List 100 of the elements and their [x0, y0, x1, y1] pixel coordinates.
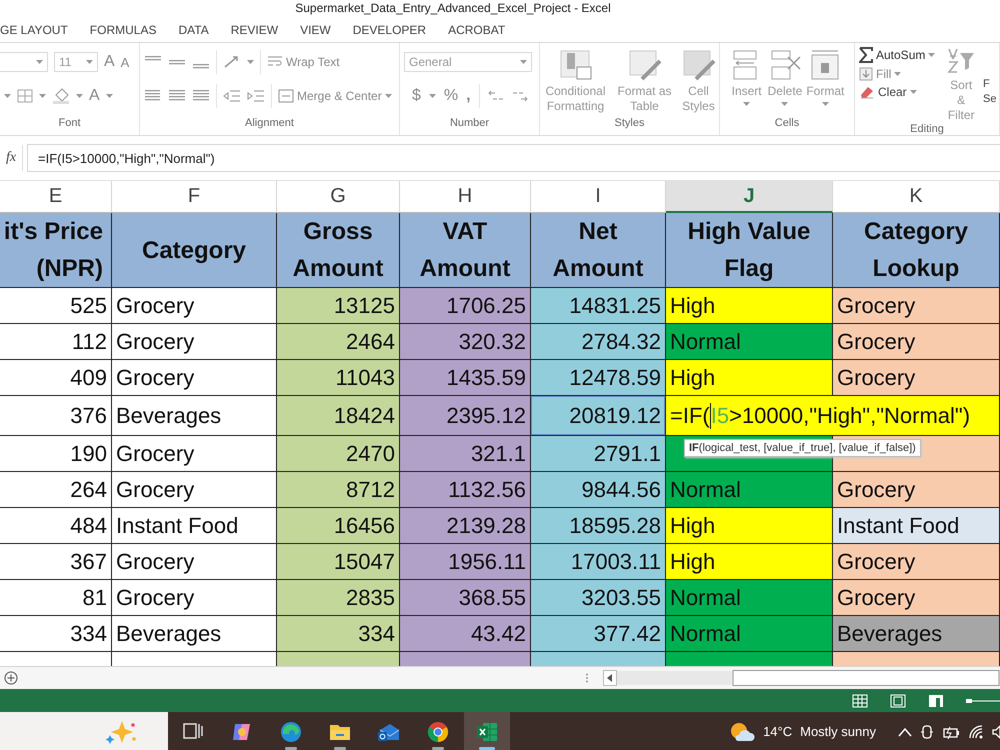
caret-icon[interactable] [894, 72, 902, 76]
weather-icon[interactable] [729, 720, 756, 742]
cell-formula-editor[interactable]: =IF(I5>10000,"High","Normal") [666, 396, 1000, 436]
caret-icon[interactable] [4, 94, 11, 98]
header-cell: Gross Amount [277, 213, 400, 288]
header-cell: Category Lookup [833, 213, 1000, 288]
table-cell: 3203.55 [531, 580, 666, 616]
page-break-icon[interactable] [928, 694, 944, 708]
table-cell: 17003.11 [531, 544, 666, 580]
caret-icon[interactable] [384, 94, 392, 98]
insert-function-button[interactable]: fx [0, 145, 23, 171]
table-cell: 190 [0, 436, 112, 472]
table-cell: 264 [0, 472, 112, 508]
table-cell: 2784.32 [531, 324, 666, 360]
fill-bucket-icon[interactable] [52, 88, 70, 104]
sparkle-icon[interactable] [104, 718, 138, 744]
table-cell: 2470 [277, 436, 400, 472]
autosum-button[interactable]: AutoSum [859, 47, 936, 63]
table-cell: Normal [666, 472, 833, 508]
caret-icon[interactable] [247, 60, 254, 64]
fill-down-icon [859, 67, 873, 81]
group-label: Font [57, 117, 82, 131]
splitter-handle-icon[interactable] [585, 673, 589, 683]
align-center-icon[interactable] [168, 89, 186, 103]
caret-icon[interactable] [822, 102, 829, 106]
table-cell: 18595.28 [531, 508, 666, 544]
table-cell: 15047 [277, 544, 400, 580]
add-sheet-icon[interactable] [4, 671, 18, 685]
ribbon-tab[interactable]: FORMULAS [90, 19, 156, 41]
temperature: 14°C [763, 724, 792, 739]
clear-button[interactable]: Clear [859, 85, 936, 99]
wifi-icon[interactable] [968, 724, 984, 738]
table-cell: 376 [0, 396, 112, 436]
header-cell: it's Price (NPR) [0, 213, 112, 288]
ribbon-tab[interactable]: DEVELOPER [352, 19, 426, 41]
table-cell: Instant Food [833, 508, 1000, 544]
table-cell: 484 [0, 508, 112, 544]
caret-icon[interactable] [36, 60, 43, 64]
align-right-icon[interactable] [192, 89, 210, 103]
table-cell: Grocery [833, 472, 1000, 508]
caret-icon[interactable] [39, 94, 46, 98]
orientation-icon[interactable] [223, 55, 241, 69]
taskbar-button[interactable] [464, 712, 510, 750]
table-cell: 334 [277, 616, 400, 652]
conditional-format-icon [558, 49, 592, 81]
ribbon-tab[interactable]: REVIEW [230, 19, 278, 41]
table-cell: 8712 [277, 472, 400, 508]
table-cell: Grocery [833, 544, 1000, 580]
table-cell: 2791.1 [531, 436, 666, 472]
caret-icon[interactable] [86, 60, 93, 64]
chevron-up-icon[interactable] [898, 726, 912, 736]
align-left-icon[interactable] [144, 89, 162, 103]
headset-icon[interactable] [920, 724, 934, 740]
table-cell: High [666, 508, 833, 544]
horizontal-scrollbar[interactable] [617, 670, 1000, 686]
table-cell: High [666, 544, 833, 580]
table-cell: 377.42 [531, 616, 666, 652]
browser-circle-icon [426, 720, 450, 744]
table-cell: 11043 [277, 360, 400, 396]
ribbon-tab[interactable]: DATA [178, 19, 209, 41]
find-select-button[interactable]: F Se [983, 47, 995, 123]
borders-icon[interactable] [17, 89, 33, 103]
table-cell: 18424 [277, 396, 400, 436]
formula-field[interactable]: =IF(I5>10000,"High","Normal") [27, 144, 1000, 172]
caret-icon[interactable] [76, 94, 83, 98]
table-cell: 334 [0, 616, 112, 652]
caret-icon[interactable] [520, 60, 527, 64]
table-cell: Grocery [833, 324, 1000, 360]
table-cell: 14831.25 [531, 288, 666, 324]
table-cell: High [666, 288, 833, 324]
ribbon-tab[interactable]: GE LAYOUT [0, 19, 68, 41]
normal-view-icon[interactable] [852, 694, 868, 708]
caret-icon[interactable] [743, 102, 750, 106]
battery-icon[interactable] [942, 724, 960, 738]
table-cell: 320.32 [400, 324, 531, 360]
table-cell: 112 [0, 324, 112, 360]
caret-icon[interactable] [106, 94, 113, 98]
decrease-indent-icon[interactable] [223, 89, 241, 103]
function-tooltip: IF(logical_test, [value_if_true], [value_if_false]) [684, 439, 921, 457]
caret-icon[interactable] [910, 90, 917, 94]
column-header[interactable]: J [666, 181, 833, 213]
table-cell: 2464 [277, 324, 400, 360]
table-cell: Beverages [833, 616, 1000, 652]
page-layout-icon[interactable] [890, 694, 906, 708]
group-label: Styles [614, 117, 646, 131]
caret-icon[interactable] [428, 94, 436, 98]
table-cell: 368.55 [400, 580, 531, 616]
header-cell: Net Amount [531, 213, 666, 288]
caret-icon[interactable] [928, 53, 936, 57]
ribbon-tab[interactable]: VIEW [300, 19, 331, 41]
font-name-field[interactable] [0, 52, 48, 72]
scroll-left-icon[interactable] [603, 670, 617, 686]
ribbon-tab[interactable]: ACROBAT [448, 19, 506, 41]
increase-indent-icon[interactable] [247, 89, 265, 103]
merge-cells-icon [278, 89, 294, 103]
zoom-slider-track[interactable] [966, 698, 1000, 702]
caret-icon[interactable] [781, 102, 788, 106]
table-cell: Normal [666, 616, 833, 652]
eraser-icon [859, 85, 875, 99]
speaker-icon[interactable] [992, 724, 1000, 738]
